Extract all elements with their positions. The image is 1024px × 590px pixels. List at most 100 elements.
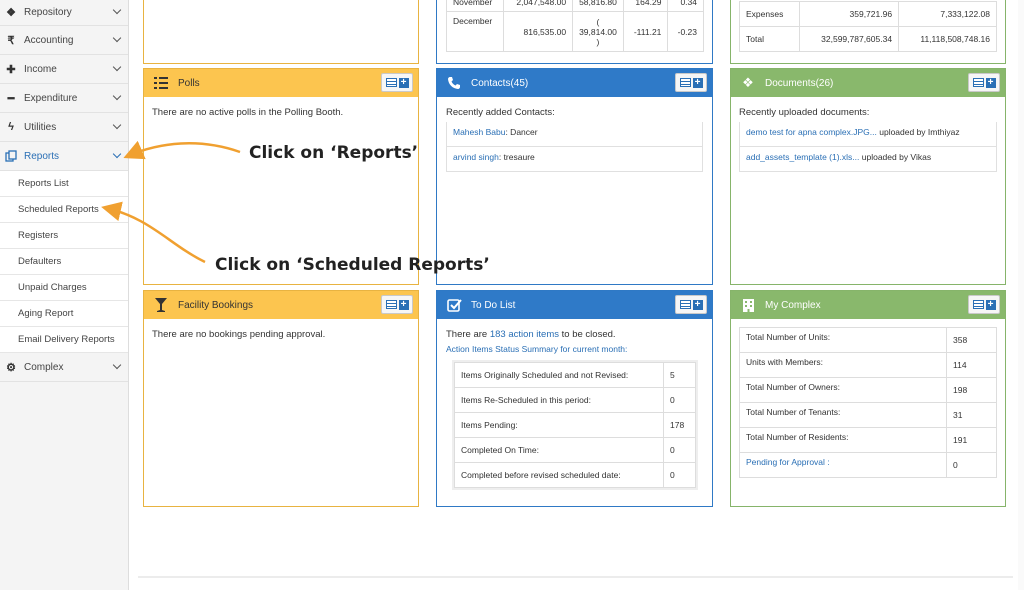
panel-header: ❖ Documents(26) + [731,69,1005,97]
chevron-down-icon [112,360,122,370]
sidebar-item-label: Expenditure [24,92,78,104]
panel-tools-button[interactable]: + [675,73,707,92]
contact-role: : tresaure [498,152,535,162]
chevron-down-icon [112,62,122,72]
checkbox-icon [445,296,463,314]
list-icon [972,300,984,309]
sidebar-item-repository[interactable]: ❖ Repository [0,0,128,26]
sidebar-item-reports[interactable]: Reports [0,142,128,171]
table-row: Total Number of Units: 358 [739,327,997,353]
panel-tools-button[interactable]: + [968,295,1000,314]
sidebar-subitem-scheduled-reports[interactable]: Scheduled Reports [0,197,128,223]
sidebar-item-label: Reports [24,150,60,162]
sidebar-item-accounting[interactable]: ₹ Accounting [0,26,128,55]
table-cell: 198 [946,377,997,403]
list-icon [679,78,691,87]
list-item: add_assets_template (1).xls... uploaded … [739,147,997,172]
dropbox-icon: ❖ [6,7,16,19]
contact-link[interactable]: Mahesh Babu [453,127,505,137]
sidebar-item-utilities[interactable]: ϟ Utilities [0,113,128,142]
add-icon: + [398,299,409,310]
expenses-table: Expenses 359,721.96 7,333,122.08 Total 3… [739,1,997,52]
panel-title: Contacts(45) [471,77,529,89]
table-row: Completed before revised scheduled date:… [454,462,696,488]
list-item: arvind singh: tresaure [446,147,703,172]
table-cell: 178 [663,412,696,438]
table-cell: Completed On Time: [454,437,664,463]
reports-submenu: Reports List Scheduled Reports Registers… [0,171,128,353]
sidebar-item-label: Income [24,63,57,75]
phone-icon [445,74,463,92]
todo-summary-line: There are 183 action items to be closed. [446,329,703,340]
table-cell: 32,599,787,605.34 [798,26,900,52]
table-cell: November [445,0,505,12]
table-row: Completed On Time: 0 [454,437,696,463]
table-row: Pending for Approval :0 [739,452,997,478]
dashboard: November 2,047,548.00 58,816.80 164.29 0… [129,0,1024,590]
table-cell: Items Pending: [454,412,664,438]
panel-subtitle: Recently added Contacts: [446,107,555,118]
sidebar-subitem-reports-list[interactable]: Reports List [0,171,128,197]
list-icon [385,78,397,87]
table-cell: Total [739,26,800,52]
pending-approval-link[interactable]: Pending for Approval : [739,452,947,478]
scrollbar[interactable] [1018,0,1024,590]
panel-tools-button[interactable]: + [381,295,413,314]
panel-tools-button[interactable]: + [675,295,707,314]
table-cell: 191 [946,427,997,453]
table-cell: Items Originally Scheduled and not Revis… [454,362,664,388]
panel-title: My Complex [765,299,821,311]
sidebar-subitem-email-delivery-reports[interactable]: Email Delivery Reports [0,327,128,353]
sidebar-subitem-aging-report[interactable]: Aging Report [0,301,128,327]
table-cell: 114 [946,352,997,378]
table-cell: 0.34 [667,0,704,12]
table-row: Items Pending: 178 [454,412,696,438]
chevron-down-icon [112,5,122,15]
panel-header: Polls + [144,69,418,97]
document-link[interactable]: add_assets_template (1).xls... [746,152,859,162]
panel-text: There are no active polls in the Polling… [152,107,344,118]
top-right-panel: Expenses 359,721.96 7,333,122.08 Total 3… [730,0,1006,64]
facility-bookings-panel: Facility Bookings + There are no booking… [143,290,419,507]
action-items-link[interactable]: 183 action items [490,329,559,340]
panel-tools-button[interactable]: + [968,73,1000,92]
table-cell: 164.29 [622,0,669,12]
document-link[interactable]: demo test for apna complex.JPG... [746,127,877,137]
table-row: Total Number of Tenants: 31 [739,402,997,428]
minus-icon: ━ [7,92,15,105]
table-row: Items Originally Scheduled and not Revis… [454,362,696,388]
todo-text: to be closed. [559,329,616,340]
add-icon: + [692,299,703,310]
list-icon [679,300,691,309]
panel-tools-button[interactable]: + [381,73,413,92]
contact-link[interactable]: arvind singh [453,152,499,162]
gear-icon: ⚙ [6,361,16,374]
table-row: Items Re-Scheduled in this period: 0 [454,387,696,413]
status-summary-link[interactable]: Action Items Status Summary for current … [446,344,703,354]
reports-icon [4,149,18,163]
panel-header: Contacts(45) + [437,69,712,97]
chevron-down-icon [112,91,122,101]
table-cell: December [445,11,505,52]
sidebar-item-income[interactable]: ✚ Income [0,55,128,84]
sidebar-subitem-defaulters[interactable]: Defaulters [0,249,128,275]
footer-divider [138,576,1013,578]
table-cell: 816,535.00 [503,11,574,52]
table-cell: Completed before revised scheduled date: [454,462,664,488]
uploader-text: uploaded by Vikas [859,152,932,162]
table-row: December 816,535.00 ( 39,814.00 ) -111.2… [445,11,704,52]
table-row: Total 32,599,787,605.34 11,118,508,748.1… [739,26,997,52]
income-table: November 2,047,548.00 58,816.80 164.29 0… [445,0,704,52]
sidebar-subitem-unpaid-charges[interactable]: Unpaid Charges [0,275,128,301]
panel-header: To Do List + [437,291,712,319]
table-cell: 7,333,122.08 [898,1,997,27]
panel-header: Facility Bookings + [144,291,418,319]
todo-status-table: Items Originally Scheduled and not Revis… [454,362,696,488]
sidebar-item-complex[interactable]: ⚙ Complex [0,353,128,382]
sidebar: ❖ Repository ₹ Accounting ✚ Income ━ Exp… [0,0,129,590]
sidebar-item-expenditure[interactable]: ━ Expenditure [0,84,128,113]
table-row: Total Number of Owners: 198 [739,377,997,403]
sidebar-subitem-registers[interactable]: Registers [0,223,128,249]
table-cell: Total Number of Residents: [739,427,947,453]
rupee-icon: ₹ [7,34,15,47]
